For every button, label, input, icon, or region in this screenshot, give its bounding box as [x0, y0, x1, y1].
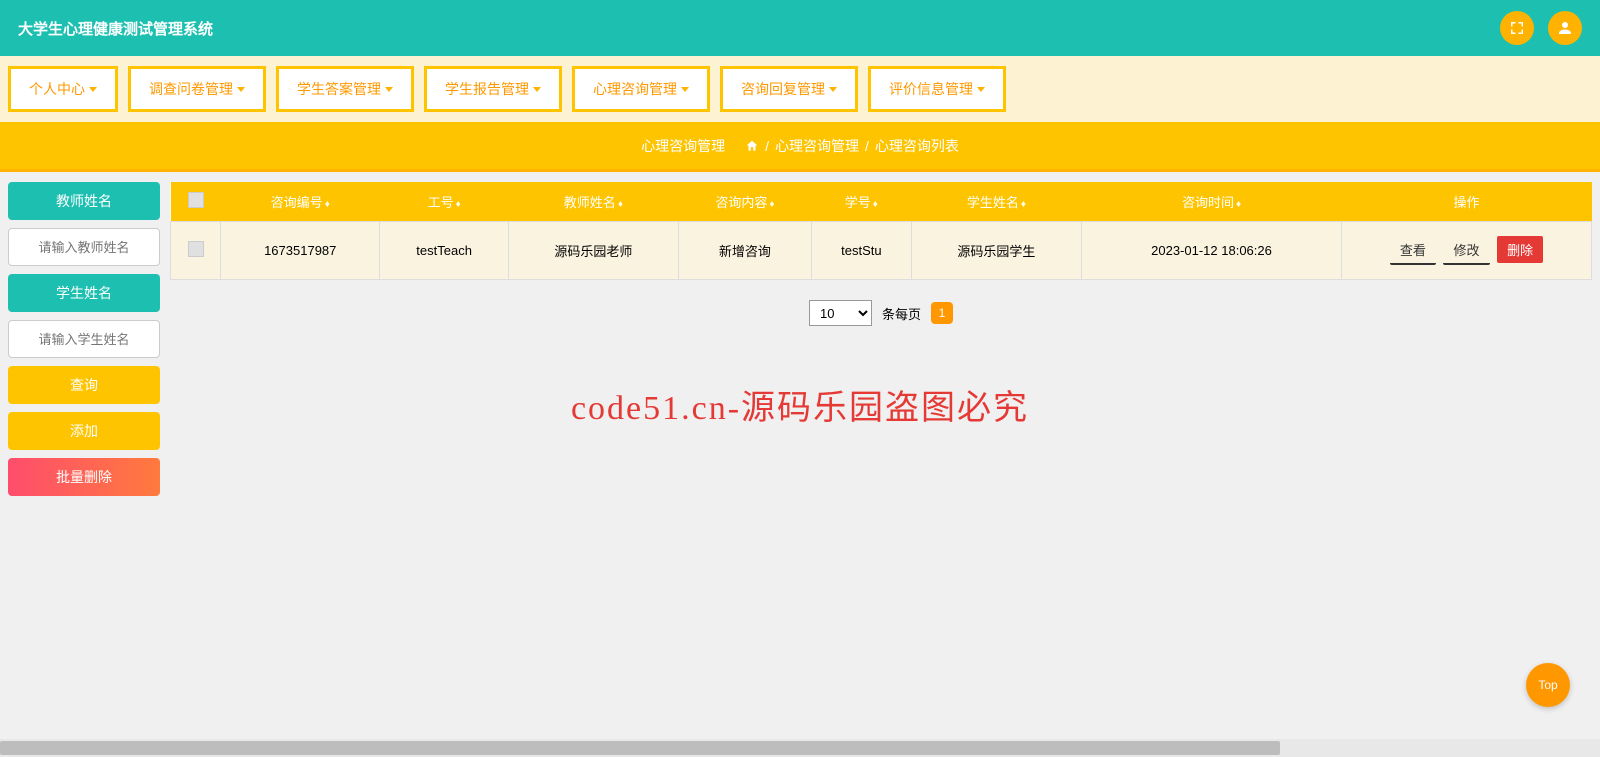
cell-student-name: 源码乐园学生 — [911, 222, 1081, 280]
nav-item-personal[interactable]: 个人中心 — [8, 66, 118, 112]
page-size-select[interactable]: 10 — [809, 300, 872, 326]
nav-bar: 个人中心 调查问卷管理 学生答案管理 学生报告管理 心理咨询管理 咨询回复管理 … — [0, 56, 1600, 122]
student-name-input[interactable] — [8, 320, 160, 358]
select-all-checkbox[interactable] — [188, 192, 204, 208]
caret-down-icon — [977, 87, 985, 92]
cell-consult-no: 1673517987 — [221, 222, 380, 280]
teacher-name-input[interactable] — [8, 228, 160, 266]
query-button[interactable]: 查询 — [8, 366, 160, 404]
table-header-row: 咨询编号♦ 工号♦ 教师姓名♦ 咨询内容♦ 学号♦ 学生姓名♦ 咨询时间♦ 操作 — [171, 182, 1592, 222]
home-icon — [745, 139, 759, 153]
sort-icon: ♦ — [873, 199, 878, 210]
consult-table: 咨询编号♦ 工号♦ 教师姓名♦ 咨询内容♦ 学号♦ 学生姓名♦ 咨询时间♦ 操作… — [170, 182, 1592, 280]
page-number-current[interactable]: 1 — [931, 302, 953, 324]
cell-time: 2023-01-12 18:06:26 — [1082, 222, 1342, 280]
cell-content: 新增咨询 — [678, 222, 811, 280]
breadcrumb-link-2[interactable]: 心理咨询列表 — [875, 136, 959, 156]
nav-label: 咨询回复管理 — [741, 79, 825, 99]
th-actions: 操作 — [1342, 182, 1592, 222]
pagination: 10 条每页 1 — [170, 300, 1592, 326]
app-title: 大学生心理健康测试管理系统 — [18, 18, 213, 39]
th-student-name[interactable]: 学生姓名♦ — [911, 182, 1081, 222]
cell-job-no: testTeach — [380, 222, 508, 280]
sort-icon: ♦ — [456, 199, 461, 210]
th-checkbox — [171, 182, 221, 222]
nav-item-consult[interactable]: 心理咨询管理 — [572, 66, 710, 112]
th-time[interactable]: 咨询时间♦ — [1082, 182, 1342, 222]
caret-down-icon — [533, 87, 541, 92]
breadcrumb-main: 心理咨询管理 — [641, 136, 725, 156]
sort-icon: ♦ — [1021, 199, 1026, 210]
breadcrumb: 心理咨询管理 / 心理咨询管理 / 心理咨询列表 — [0, 122, 1600, 172]
caret-down-icon — [681, 87, 689, 92]
nav-label: 个人中心 — [29, 79, 85, 99]
th-consult-no[interactable]: 咨询编号♦ — [221, 182, 380, 222]
main-panel: 咨询编号♦ 工号♦ 教师姓名♦ 咨询内容♦ 学号♦ 学生姓名♦ 咨询时间♦ 操作… — [170, 182, 1592, 496]
caret-down-icon — [237, 87, 245, 92]
caret-down-icon — [89, 87, 97, 92]
th-content[interactable]: 咨询内容♦ — [678, 182, 811, 222]
student-name-label: 学生姓名 — [8, 274, 160, 312]
nav-label: 评价信息管理 — [889, 79, 973, 99]
breadcrumb-path: / 心理咨询管理 / 心理咨询列表 — [745, 136, 959, 156]
cell-teacher-name: 源码乐园老师 — [508, 222, 678, 280]
fullscreen-icon — [1508, 19, 1526, 37]
caret-down-icon — [385, 87, 393, 92]
header-bar: 大学生心理健康测试管理系统 — [0, 0, 1600, 56]
user-icon — [1556, 19, 1574, 37]
nav-item-reports[interactable]: 学生报告管理 — [424, 66, 562, 112]
nav-item-answers[interactable]: 学生答案管理 — [276, 66, 414, 112]
th-teacher-name[interactable]: 教师姓名♦ — [508, 182, 678, 222]
th-student-no[interactable]: 学号♦ — [811, 182, 911, 222]
sort-icon: ♦ — [1236, 199, 1241, 210]
nav-label: 学生报告管理 — [445, 79, 529, 99]
sort-icon: ♦ — [769, 199, 774, 210]
filter-sidebar: 教师姓名 学生姓名 查询 添加 批量删除 — [8, 182, 160, 496]
teacher-name-label: 教师姓名 — [8, 182, 160, 220]
caret-down-icon — [829, 87, 837, 92]
add-button[interactable]: 添加 — [8, 412, 160, 450]
content-area: 教师姓名 学生姓名 查询 添加 批量删除 咨询编号♦ 工号♦ 教师姓名♦ 咨询内… — [0, 172, 1600, 506]
fullscreen-button[interactable] — [1500, 11, 1534, 45]
horizontal-scrollbar[interactable] — [0, 739, 1600, 757]
nav-label: 调查问卷管理 — [149, 79, 233, 99]
sort-icon: ♦ — [325, 199, 330, 210]
batch-delete-button[interactable]: 批量删除 — [8, 458, 160, 496]
per-page-label: 条每页 — [882, 304, 921, 323]
sort-icon: ♦ — [618, 199, 623, 210]
table-row: 1673517987 testTeach 源码乐园老师 新增咨询 testStu… — [171, 222, 1592, 280]
header-icons — [1500, 11, 1582, 45]
cell-checkbox — [171, 222, 221, 280]
user-button[interactable] — [1548, 11, 1582, 45]
back-to-top-button[interactable]: Top — [1526, 663, 1570, 707]
view-button[interactable]: 查看 — [1390, 236, 1436, 265]
nav-item-evaluation[interactable]: 评价信息管理 — [868, 66, 1006, 112]
nav-item-survey[interactable]: 调查问卷管理 — [128, 66, 266, 112]
nav-label: 心理咨询管理 — [593, 79, 677, 99]
scrollbar-thumb[interactable] — [0, 741, 1280, 755]
cell-actions: 查看 修改 删除 — [1342, 222, 1592, 280]
breadcrumb-link-1[interactable]: 心理咨询管理 — [775, 136, 859, 156]
th-job-no[interactable]: 工号♦ — [380, 182, 508, 222]
cell-student-no: testStu — [811, 222, 911, 280]
nav-label: 学生答案管理 — [297, 79, 381, 99]
nav-item-reply[interactable]: 咨询回复管理 — [720, 66, 858, 112]
edit-button[interactable]: 修改 — [1443, 236, 1489, 265]
row-checkbox[interactable] — [188, 241, 204, 257]
delete-button[interactable]: 删除 — [1497, 236, 1543, 263]
